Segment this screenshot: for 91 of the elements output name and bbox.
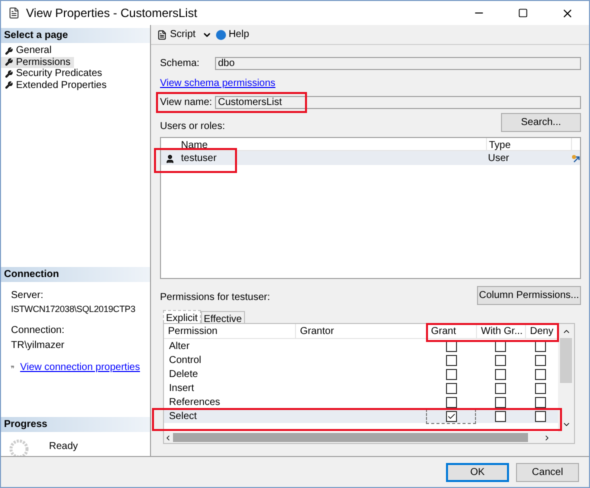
permission-name: References [168, 396, 222, 410]
user-type: User [487, 152, 510, 166]
scroll-right-icon[interactable] [543, 434, 551, 442]
script-icon [157, 30, 167, 40]
permission-row[interactable]: References [164, 395, 558, 409]
checkbox[interactable] [535, 355, 546, 366]
window-title: View Properties - CustomersList [26, 5, 198, 22]
spinner-icon [9, 438, 29, 458]
sidebar-item[interactable]: Extended Properties [1, 80, 111, 91]
checkbox[interactable] [495, 369, 506, 380]
checkbox[interactable] [495, 411, 506, 422]
scroll-up-icon[interactable] [562, 327, 570, 336]
server-label: Server: [11, 289, 44, 303]
section-header: Progress [1, 416, 150, 432]
permission-row[interactable]: Delete [164, 367, 558, 381]
progress-status: Ready [49, 440, 78, 454]
sidebar-item[interactable]: Security Predicates [1, 68, 106, 80]
sidebar-label: Extended Properties [16, 78, 107, 93]
column-header[interactable]: With Gr... [476, 324, 525, 339]
checkbox[interactable] [535, 383, 546, 394]
wrench-icon [5, 58, 13, 66]
wrench-icon [5, 70, 13, 78]
user-properties-icon [571, 154, 580, 163]
vertical-scrollbar[interactable] [558, 324, 574, 443]
checkbox[interactable] [446, 383, 456, 394]
maximize-icon [518, 8, 528, 18]
script-button[interactable]: Script [155, 27, 198, 42]
horizontal-scrollbar[interactable] [164, 432, 558, 443]
connection-label: Connection: [11, 324, 66, 338]
permission-name: Delete [168, 368, 199, 382]
schema-field[interactable]: dbo [215, 56, 581, 70]
column-header[interactable]: Grantor [295, 324, 426, 339]
scroll-left-icon[interactable] [164, 434, 172, 442]
help-button[interactable]: Help [216, 27, 250, 42]
sidebar-label: Permissions [16, 56, 70, 68]
users-label: Users or roles: [160, 120, 226, 134]
sidebar-label: General [16, 44, 52, 58]
column-header[interactable]: Name [179, 138, 486, 153]
sidebar-item[interactable]: General [1, 45, 56, 56]
checkbox[interactable] [495, 397, 506, 408]
checkbox[interactable] [446, 355, 456, 366]
server-value: ISTWCN172038\SQL2019CTP3 [11, 303, 136, 316]
schema-permissions-link[interactable]: View schema permissions [160, 76, 276, 91]
close-icon [560, 6, 574, 20]
checkbox[interactable] [446, 369, 456, 380]
scrollbar-thumb[interactable] [560, 338, 572, 383]
dialog-button[interactable]: Cancel [516, 462, 579, 482]
schema-label: Schema: [160, 56, 200, 70]
sidebar-item[interactable]: Permissions [1, 56, 74, 68]
view-name-label: View name: [160, 96, 214, 110]
wrench-icon [5, 46, 13, 55]
column-header[interactable]: Grant [426, 324, 476, 339]
checkbox[interactable] [495, 355, 506, 366]
search-button[interactable]: Search... [501, 113, 581, 132]
tab[interactable]: Explicit [163, 310, 201, 323]
permission-row[interactable]: Select [164, 409, 558, 423]
column-header[interactable]: Permission [164, 324, 295, 339]
scroll-down-icon[interactable] [562, 420, 570, 429]
permission-name: Select [168, 410, 198, 424]
column-header[interactable]: Deny [525, 324, 556, 339]
checkbox[interactable] [446, 411, 456, 422]
permission-name: Insert [168, 382, 196, 396]
sidebar-label: Security Predicates [16, 67, 102, 80]
checkbox[interactable] [495, 383, 506, 394]
scrollbar-thumb[interactable] [173, 433, 528, 442]
section-header: Select a page [1, 28, 150, 43]
column-permissions-button[interactable]: Column Permissions... [477, 286, 581, 305]
checkbox[interactable] [535, 341, 546, 352]
checkbox[interactable] [446, 397, 456, 408]
connection-properties-link[interactable]: View connection properties [20, 360, 140, 374]
checkbox[interactable] [446, 341, 456, 352]
checkbox[interactable] [535, 369, 546, 380]
window-icon [8, 7, 20, 19]
connection-value: TR\yilmazer [11, 338, 66, 352]
tab[interactable]: Effective [200, 311, 245, 323]
permission-name: Alter [168, 340, 191, 354]
permission-row[interactable]: Alter [164, 339, 558, 353]
section-header: Connection [1, 267, 150, 282]
dialog-button[interactable]: OK [446, 462, 509, 482]
wrench-icon [5, 81, 13, 90]
checkbox[interactable] [495, 341, 506, 352]
user-name: testuser [180, 152, 218, 166]
permission-row[interactable]: Insert [164, 381, 558, 395]
checkbox[interactable] [535, 397, 546, 408]
user-icon [165, 154, 175, 164]
view-name-field[interactable]: CustomersList [215, 96, 581, 108]
user-row[interactable]: testuser User [161, 151, 580, 165]
permission-row[interactable]: Control [164, 353, 558, 367]
checkbox[interactable] [535, 411, 546, 422]
permission-name: Control [168, 354, 202, 368]
permissions-label: Permissions for testuser: [160, 291, 270, 305]
